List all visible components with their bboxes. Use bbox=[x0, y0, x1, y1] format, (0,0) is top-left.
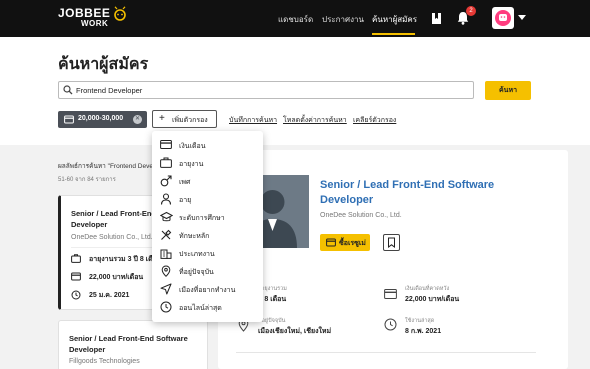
logo-text-sub: WORK bbox=[81, 19, 109, 28]
notification-badge: 2 bbox=[466, 6, 476, 16]
filter-option-job-type[interactable]: ประเภทงาน bbox=[152, 244, 263, 262]
gender-icon bbox=[160, 175, 172, 187]
avatar-face-icon bbox=[495, 10, 511, 26]
add-filter-button[interactable]: + เพิ่มตัวกรอง bbox=[152, 110, 217, 128]
current-address-value: เมืองเชียงใหม่, เชียงใหม่ bbox=[258, 328, 332, 335]
nav-link-dashboard[interactable]: แดชบอร์ด bbox=[278, 13, 313, 26]
briefcase-icon bbox=[71, 254, 81, 263]
card-icon bbox=[326, 238, 336, 247]
card-company: OneDee Solution Co., Ltd. bbox=[71, 234, 153, 241]
card-experience-value: อายุงานรวม 3 ปี 8 เดือน bbox=[89, 256, 162, 263]
money-icon bbox=[384, 289, 397, 299]
detail-company: OneDee Solution Co., Ltd. bbox=[320, 212, 402, 219]
filter-option-label: อายุงาน bbox=[179, 161, 204, 168]
last-active-label: ใช้งานล่าสุด bbox=[405, 318, 435, 324]
expected-salary-label: เงินเดือนที่คาดหวัง bbox=[405, 286, 450, 292]
filter-option-label: ออนไลน์ล่าสุด bbox=[179, 305, 222, 312]
card-date: 25 ม.ค. 2021 bbox=[71, 290, 129, 302]
page-title: ค้นหาผู้สมัคร bbox=[58, 56, 149, 73]
search-box[interactable] bbox=[58, 81, 474, 99]
active-nav-indicator bbox=[372, 33, 415, 35]
money-icon bbox=[64, 115, 74, 124]
search-icon bbox=[63, 85, 73, 95]
card-title: Senior / Lead Front-End Software Develop… bbox=[69, 334, 188, 354]
bookmarks-icon[interactable] bbox=[431, 12, 442, 25]
add-filter-label: เพิ่มตัวกรอง bbox=[172, 117, 208, 124]
card-salary: 22,000 บาท/เดือน bbox=[71, 272, 143, 283]
filter-option-salary[interactable]: เงินเดือน bbox=[152, 136, 263, 154]
navigation-arrow-icon bbox=[160, 283, 172, 295]
filter-option-education[interactable]: ระดับการศึกษา bbox=[152, 208, 263, 226]
buy-resume-label: ซื้อเรซูเม่ bbox=[339, 240, 366, 247]
tools-icon bbox=[161, 229, 172, 240]
bookmark-icon bbox=[388, 237, 395, 248]
last-active-value: 8 ก.พ. 2021 bbox=[405, 328, 442, 335]
salary-filter-chip[interactable]: 20,000-30,000 ✕ bbox=[58, 111, 147, 128]
card-date-value: 25 ม.ค. 2021 bbox=[89, 292, 130, 299]
filter-option-label: ทักษะหลัก bbox=[179, 233, 210, 240]
search-input[interactable] bbox=[76, 84, 456, 97]
close-icon[interactable]: ✕ bbox=[133, 115, 142, 124]
detail-title: Senior / Lead Front-End Software Develop… bbox=[320, 179, 495, 206]
plus-icon: + bbox=[159, 113, 165, 124]
filter-option-label: เพศ bbox=[179, 179, 191, 186]
candidate-card[interactable]: Senior / Lead Front-End Software Develop… bbox=[58, 320, 208, 369]
nav-link-search-candidates[interactable]: ค้นหาผู้สมัคร bbox=[372, 13, 417, 26]
divider bbox=[236, 352, 536, 353]
filter-option-label: ประเภทงาน bbox=[179, 251, 215, 258]
load-search-settings-link[interactable]: โหลดตั้งค่าการค้นหา bbox=[283, 115, 347, 126]
filter-option-label: เมืองที่อยากทำงาน bbox=[179, 287, 236, 294]
filter-option-label: ที่อยู่ปัจจุบัน bbox=[179, 269, 214, 276]
bookmark-button[interactable] bbox=[383, 234, 400, 251]
jobbee-logo[interactable]: JOBBEE WORK bbox=[58, 6, 138, 32]
chevron-down-icon[interactable] bbox=[518, 15, 526, 20]
filter-option-preferred-city[interactable]: เมืองที่อยากทำงาน bbox=[152, 280, 263, 298]
location-pin-icon bbox=[161, 265, 171, 277]
filter-option-label: เงินเดือน bbox=[179, 143, 206, 150]
card-experience: อายุงานรวม 3 ปี 8 เดือน bbox=[71, 254, 162, 265]
graduation-cap-icon bbox=[160, 211, 173, 222]
clock-icon bbox=[71, 290, 81, 300]
filter-option-gender[interactable]: เพศ bbox=[152, 172, 263, 190]
results-range: 51-60 จาก 84 รายการ bbox=[58, 177, 116, 183]
filter-option-skills[interactable]: ทักษะหลัก bbox=[152, 226, 263, 244]
user-avatar[interactable] bbox=[492, 7, 514, 29]
expected-salary-value: 22,000 บาท/เดือน bbox=[405, 296, 460, 303]
filter-option-label: ระดับการศึกษา bbox=[179, 215, 225, 222]
logo-text-main: JOBBEE bbox=[58, 6, 111, 20]
card-company: Fillgoods Technologies bbox=[69, 358, 140, 365]
building-icon bbox=[160, 249, 172, 259]
add-filter-dropdown: เงินเดือน อายุงาน เพศ อายุ ระดับการศึกษา… bbox=[152, 131, 263, 322]
save-search-link[interactable]: บันทึกการค้นหา bbox=[229, 115, 277, 126]
bee-icon bbox=[114, 6, 126, 21]
top-navbar: JOBBEE WORK แดชบอร์ด ประกาศงาน ค้นหาผู้ส… bbox=[0, 0, 590, 37]
clock-icon bbox=[160, 301, 172, 313]
nav-link-job-posts[interactable]: ประกาศงาน bbox=[322, 13, 364, 26]
filter-option-current-address[interactable]: ที่อยู่ปัจจุบัน bbox=[152, 262, 263, 280]
filter-option-age[interactable]: อายุ bbox=[152, 190, 263, 208]
search-button[interactable]: ค้นหา bbox=[485, 81, 531, 100]
clock-icon bbox=[384, 318, 397, 331]
filter-option-label: อายุ bbox=[179, 197, 192, 204]
clear-filters-link[interactable]: เคลียร์ตัวกรอง bbox=[353, 115, 396, 126]
person-icon bbox=[160, 193, 172, 205]
filter-option-last-online[interactable]: ออนไลน์ล่าสุด bbox=[152, 298, 263, 316]
filter-option-experience[interactable]: อายุงาน bbox=[152, 154, 263, 172]
card-salary-value: 22,000 บาท/เดือน bbox=[89, 274, 144, 281]
buy-resume-button[interactable]: ซื้อเรซูเม่ bbox=[320, 234, 370, 251]
salary-chip-label: 20,000-30,000 bbox=[78, 115, 124, 122]
briefcase-icon bbox=[160, 157, 172, 168]
money-icon bbox=[71, 272, 81, 281]
money-icon bbox=[160, 140, 172, 149]
